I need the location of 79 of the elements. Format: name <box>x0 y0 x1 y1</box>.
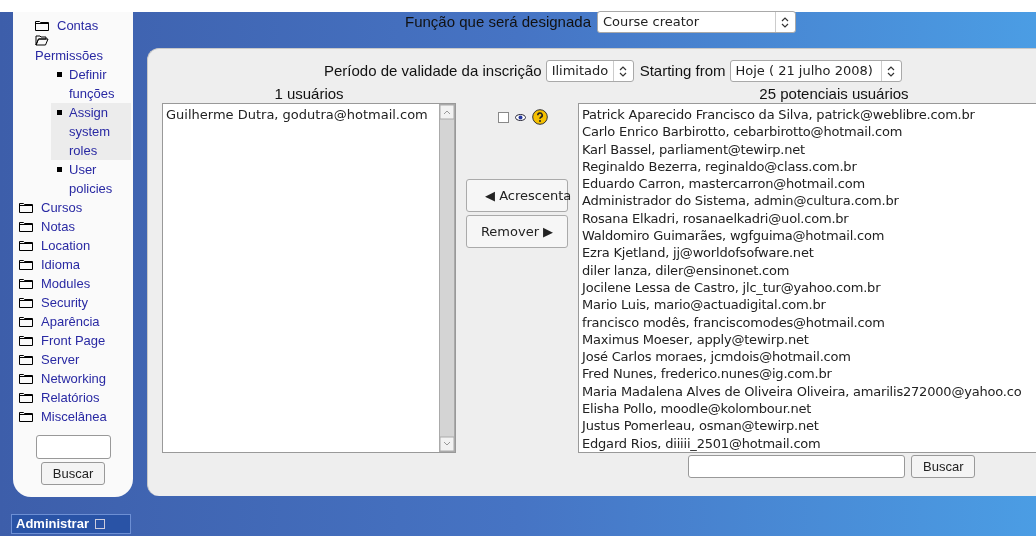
sidebar-link[interactable]: Definir funções <box>51 65 131 103</box>
enrolment-select[interactable]: Ilimitado <box>545 60 634 82</box>
list-heading: 25 potenciais usuários <box>758 85 910 103</box>
folder-icon <box>19 335 33 346</box>
folder-icon <box>19 373 33 384</box>
list-option[interactable]: Guilherme Dutra, godutra@hotmail.com <box>166 106 439 124</box>
updown-icon <box>887 65 895 77</box>
search-button[interactable]: Buscar <box>40 462 106 485</box>
search-button[interactable]: Buscar <box>911 455 976 478</box>
list-heading: 1 usuários <box>273 85 345 103</box>
list-option[interactable]: Maximus Moeser, apply@tewirp.net <box>582 330 1036 349</box>
list-option[interactable]: francisco modês, franciscomodes@hotmail.com <box>582 313 1036 331</box>
sidebar-link[interactable]: Networking <box>41 369 107 388</box>
folder-icon <box>19 202 33 213</box>
sidebar-link[interactable]: Location <box>41 236 91 255</box>
list-option[interactable]: Waldomiro Guimarães, wgfguima@hotmail.com <box>582 227 1036 245</box>
sidebar-link[interactable]: User policies <box>51 160 131 198</box>
updown-icon <box>781 16 790 28</box>
list-option[interactable]: Rosana Elkadri, rosanaelkadri@uol.com.br <box>582 209 1036 228</box>
folder-icon <box>19 278 33 289</box>
sidebar-link[interactable]: Security <box>41 293 88 312</box>
add-button[interactable]: ◀ Acrescenta <box>466 179 568 212</box>
starting-label: Starting from <box>639 60 726 81</box>
list-option[interactable]: Fred Nunes, frederico.nunes@ig.com.br <box>582 365 1036 383</box>
sidebar-link[interactable]: Server <box>41 350 80 369</box>
updown-icon <box>619 65 628 77</box>
help-icon[interactable] <box>532 109 548 125</box>
list-option[interactable]: Edgard Rios, diiiii_2501@hotmail.com <box>582 434 1036 452</box>
search-field[interactable] <box>688 455 905 478</box>
list-option[interactable]: Karl Bassel, parliament@tewirp.net <box>582 140 1036 158</box>
list-option[interactable]: Mario Luis, mario@actuadigital.com.br <box>582 296 1036 314</box>
list-option[interactable]: Carlo Enrico Barbirotto, cebarbirotto@hotmail.com <box>582 123 1036 141</box>
eye-icon[interactable] <box>515 113 526 121</box>
list-option[interactable]: Patrick Aparecido Francisco da Silva, patrick@weblibre.com.br <box>582 106 1036 124</box>
sidebar-link[interactable]: Idioma <box>41 255 81 274</box>
folder-icon <box>19 259 33 270</box>
sidebar-link[interactable]: Miscelânea <box>41 407 107 426</box>
potential-users-list[interactable] <box>578 103 1036 453</box>
sidebar-link[interactable]: Assign system roles <box>51 103 131 160</box>
list-option[interactable]: Ezra Kjetland, jj@worldofsofware.net <box>582 244 1036 262</box>
existing-users-list[interactable]: Guilherme Dutra, godutra@hotmail.com <box>162 103 456 453</box>
sidebar-link[interactable]: Modules <box>41 274 91 293</box>
bullet-icon <box>57 72 62 77</box>
folder-icon <box>19 354 33 365</box>
folder-icon <box>19 316 33 327</box>
list-option[interactable]: Administrador do Sistema, admin@cultura.com.br <box>582 192 1036 210</box>
sidebar-link[interactable]: Relatórios <box>41 388 100 407</box>
folder-icon <box>19 297 33 308</box>
folder-icon <box>19 240 33 251</box>
folder-icon <box>19 221 33 232</box>
list-option[interactable]: diler lanza, diler@ensinonet.com <box>582 261 1036 279</box>
search-field[interactable] <box>35 435 111 459</box>
open-folder-icon <box>35 35 49 46</box>
details-checkbox[interactable] <box>498 111 509 123</box>
sidebar-link[interactable]: Contas <box>57 16 99 35</box>
list-option[interactable]: José Carlos moraes, jcmdois@hotmail.com <box>582 348 1036 366</box>
role-select[interactable]: Course creator <box>597 11 796 33</box>
folder-icon <box>35 20 49 31</box>
sidebar-link[interactable]: Front Page <box>41 331 106 350</box>
block-title: Administrar <box>16 515 89 534</box>
sidebar-link[interactable]: Aparência <box>41 312 100 331</box>
collapse-icon[interactable] <box>94 519 105 529</box>
list-option[interactable]: Reginaldo Bezerra, reginaldo@class.com.br <box>582 157 1036 176</box>
starting-select[interactable]: Hoje ( 21 julho 2008) <box>729 60 902 82</box>
list-option[interactable]: Elisha Pollo, moodle@kolombour.net <box>582 400 1036 418</box>
sidebar-link[interactable]: Permissões <box>35 46 133 65</box>
remove-button[interactable]: Remover ▶ <box>466 215 568 248</box>
enrolment-label: Período de validade da inscrição <box>324 60 542 81</box>
bullet-icon <box>57 110 62 115</box>
sidebar-link[interactable]: Cursos <box>41 198 83 217</box>
list-option[interactable]: Jocilene Lessa de Castro, jlc_tur@yahoo.com.br <box>582 278 1036 297</box>
list-option[interactable]: Justus Pomerleau, osman@tewirp.net <box>582 417 1036 435</box>
list-option[interactable]: Eduardo Carron, mastercarron@hotmail.com <box>582 175 1036 193</box>
list-option[interactable]: Maria Madalena Alves de Oliveira Oliveira, amarilis272000@yahoo.co <box>582 382 1036 401</box>
folder-icon <box>19 411 33 422</box>
bullet-icon <box>57 167 62 172</box>
role-label: Função que será designada <box>405 11 591 32</box>
folder-icon <box>19 392 33 403</box>
sidebar-link[interactable]: Notas <box>41 217 75 236</box>
